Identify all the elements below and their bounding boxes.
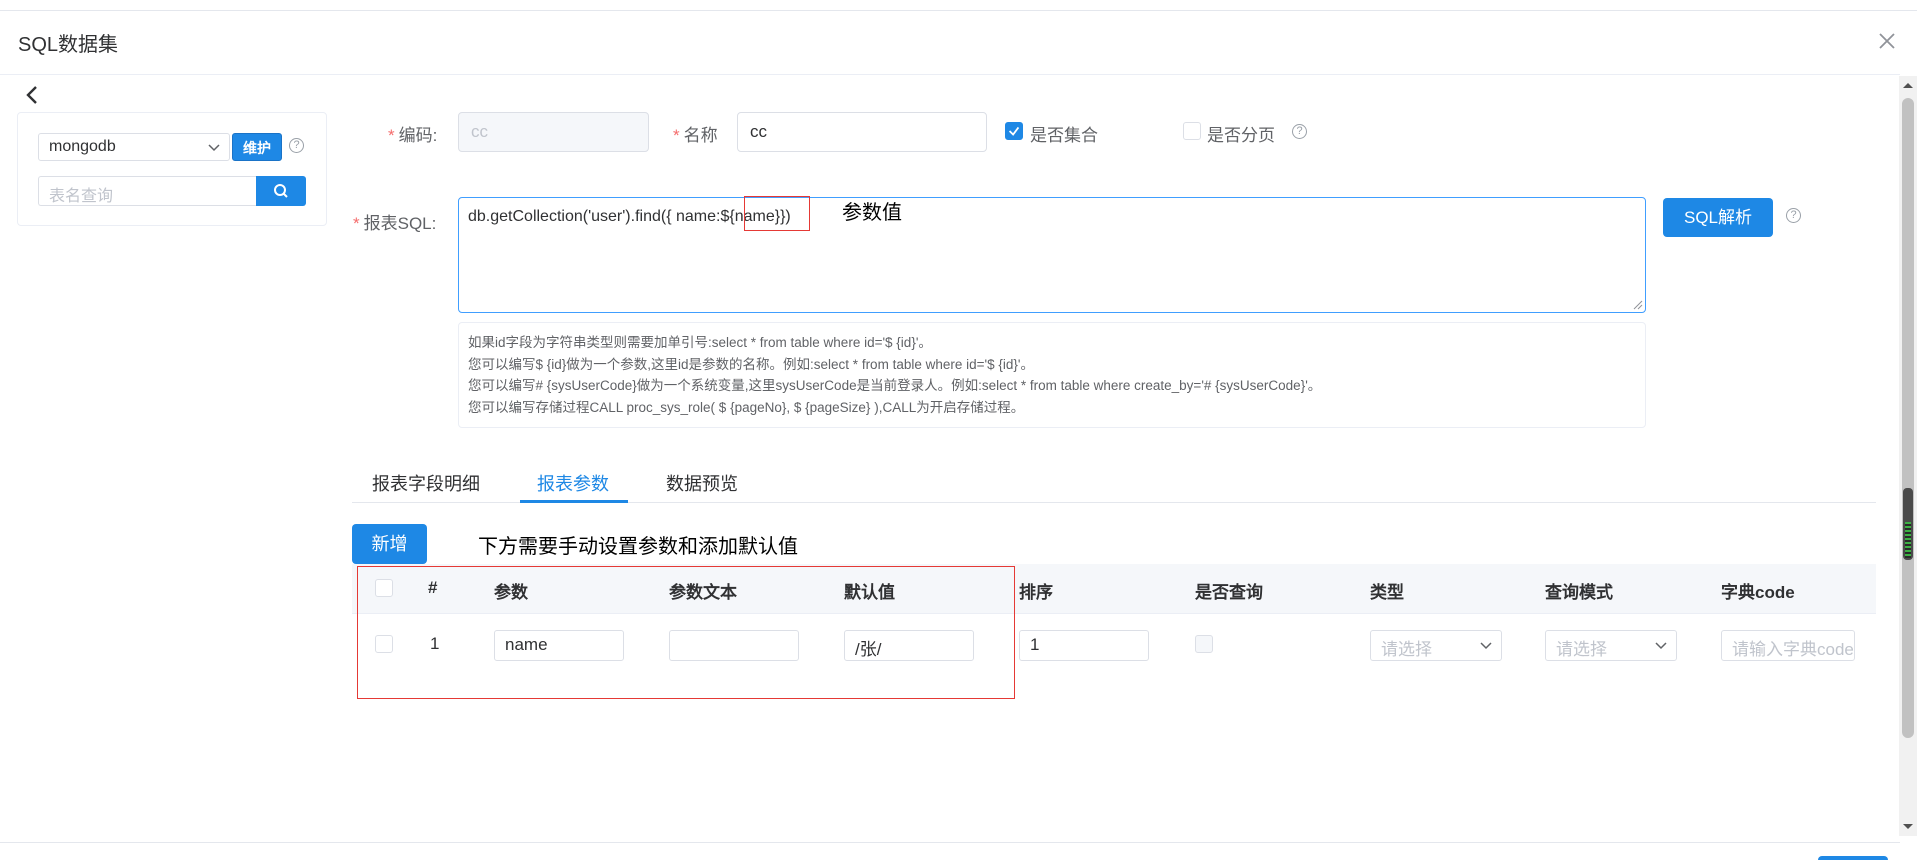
add-param-button[interactable]: 新增 — [352, 524, 427, 564]
code-label: * 编码: — [388, 126, 438, 145]
col-header-order: 排序 — [1019, 583, 1053, 602]
name-label: * 名称 — [673, 126, 718, 145]
required-mark: * — [353, 214, 360, 233]
is-collection-checkbox[interactable] — [1005, 122, 1023, 140]
manual-setup-annotation: 下方需要手动设置参数和添加默认值 — [478, 536, 798, 558]
is-paging-checkbox[interactable] — [1183, 122, 1201, 140]
sql-text: db.getCollection('user').find({ name:${n… — [468, 208, 791, 225]
tab-field-details[interactable]: 报表字段明细 — [372, 470, 480, 496]
back-arrow-icon[interactable] — [22, 84, 44, 106]
query-mode-select[interactable]: 请选择 — [1545, 630, 1677, 661]
maintain-help-icon[interactable]: ? — [289, 138, 304, 153]
required-mark: * — [673, 126, 680, 145]
code-input[interactable]: cc — [458, 112, 649, 152]
scroll-up-arrow-icon[interactable] — [1901, 80, 1915, 90]
tab-data-preview[interactable]: 数据预览 — [666, 470, 738, 496]
param-highlight-box — [744, 196, 810, 231]
chevron-down-icon — [1480, 642, 1492, 650]
datasource-select[interactable]: mongodb — [38, 133, 230, 161]
name-input[interactable]: cc — [737, 112, 987, 152]
tab-report-params[interactable]: 报表参数 — [537, 470, 609, 496]
table-search-button[interactable] — [256, 176, 306, 206]
datasource-select-value: mongodb — [49, 138, 116, 155]
chevron-down-icon — [1655, 642, 1667, 650]
type-select[interactable]: 请选择 — [1370, 630, 1502, 661]
col-header-query-mode: 查询模式 — [1545, 583, 1613, 602]
hint-line: 您可以编写$ {id}做为一个参数,这里id是参数的名称。例如:select *… — [468, 356, 1034, 372]
paging-help-icon[interactable]: ? — [1292, 124, 1307, 139]
close-icon[interactable] — [1876, 30, 1898, 52]
hint-line: 您可以编写存储过程CALL proc_sys_role( $ {pageNo},… — [468, 399, 1025, 415]
sql-parse-button[interactable]: SQL解析 — [1663, 198, 1773, 237]
scrollbar-grip-lines — [1905, 522, 1911, 558]
dialog-title: SQL数据集 — [18, 34, 119, 56]
maintain-button[interactable]: 维护 — [232, 133, 282, 161]
search-icon — [274, 184, 288, 198]
param-table-highlight-box — [357, 566, 1015, 699]
active-tab-indicator — [520, 500, 628, 503]
col-header-is-query: 是否查询 — [1195, 583, 1263, 602]
hint-line: 您可以编写# {sysUserCode}做为一个系统变量,这里sysUserCo… — [468, 378, 1322, 393]
scrollbar-thumb[interactable] — [1902, 98, 1914, 738]
sql-hint-box: 如果id字段为字符串类型则需要加单引号:select * from table … — [458, 322, 1646, 428]
scroll-down-arrow-icon[interactable] — [1901, 822, 1915, 832]
is-query-checkbox[interactable] — [1195, 635, 1213, 653]
footer-confirm-button[interactable] — [1818, 856, 1888, 860]
sql-label: * 报表SQL: — [353, 214, 437, 233]
resize-handle-icon[interactable] — [1633, 300, 1643, 310]
param-value-annotation: 参数值 — [842, 202, 902, 224]
required-mark: * — [388, 126, 395, 145]
is-paging-label: 是否分页 — [1207, 126, 1275, 145]
query-mode-select-placeholder: 请选择 — [1556, 640, 1607, 659]
chevron-down-icon — [208, 144, 220, 152]
header-divider — [0, 74, 1900, 75]
footer-divider — [0, 842, 1900, 843]
col-header-type: 类型 — [1370, 583, 1404, 602]
sql-help-icon[interactable]: ? — [1786, 208, 1801, 223]
is-collection-label: 是否集合 — [1030, 126, 1098, 145]
type-select-placeholder: 请选择 — [1381, 640, 1432, 659]
hint-line: 如果id字段为字符串类型则需要加单引号:select * from table … — [468, 335, 932, 350]
dict-code-input[interactable]: 请输入字典code — [1721, 630, 1855, 661]
check-icon — [1008, 126, 1020, 136]
datasource-panel — [17, 112, 327, 226]
col-header-dict-code: 字典code — [1721, 583, 1795, 602]
sql-textarea[interactable]: db.getCollection('user').find({ name:${n… — [458, 197, 1646, 313]
table-search-placeholder: 表名查询 — [49, 188, 114, 205]
order-input[interactable]: 1 — [1019, 630, 1149, 661]
table-search-input[interactable]: 表名查询 — [38, 176, 256, 206]
top-divider — [0, 10, 1917, 11]
